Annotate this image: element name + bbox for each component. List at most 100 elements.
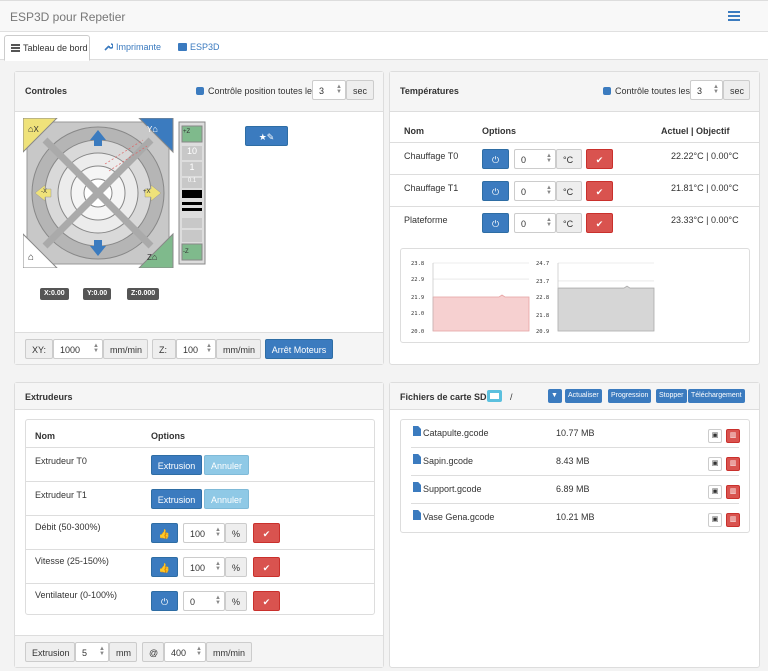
home-x-label: X [33,125,39,134]
stop-button[interactable]: Stopper [656,389,687,403]
temps-poll-value: 3 [697,86,703,96]
temp-row-name: Chauffage T1 [404,183,459,193]
temp-chart-2-area [557,285,655,332]
controls-poll-label-wrap: Contrôle position toutes les: [196,86,319,96]
xy-feedrate-input[interactable]: 1000 ▲ ▼ [53,339,103,359]
extrude-button[interactable]: Extrusion [151,489,202,509]
temps-poll-input[interactable]: 3 ▲ ▼ [690,80,723,100]
z-step-1[interactable]: 1 [182,162,202,172]
file-row[interactable]: Vase Gena.gcode 10.21 MB ▣ ▥ [411,504,740,532]
jog-minus-x[interactable]: -X [41,189,47,195]
set-fan-button[interactable]: ✔ [253,591,280,611]
flow-input[interactable]: 100 ▲ ▼ [183,523,225,543]
extruders-table: Nom Options Extrudeur T0 Extrusion Annul… [25,419,375,615]
temp-current: 21.81°C | 0.00°C [671,183,739,193]
jog-minus-z[interactable]: -Z [183,249,189,255]
extruders-title: Extrudeurs [25,392,73,402]
file-row[interactable]: Support.gcode 6.89 MB ▣ ▥ [411,476,740,504]
extruders-col-options: Options [151,431,185,441]
set-flow-button[interactable]: ✔ [253,523,280,543]
file-name: Catapulte.gcode [423,428,489,438]
file-row[interactable]: Sapin.gcode 8.43 MB ▣ ▥ [411,448,740,476]
jog-plus-y[interactable]: +Y [95,130,107,142]
jog-minus-y[interactable]: -Y [95,246,107,258]
tab-printer[interactable]: Imprimante [98,35,167,61]
print-file-button[interactable]: ▣ [708,485,722,499]
print-file-button[interactable]: ▣ [708,429,722,443]
fan-unit: % [225,591,247,611]
filter-button[interactable]: ▼ [548,389,562,403]
extrusion-length-input[interactable]: 5 ▲ ▼ [75,642,109,662]
z-step-0-1[interactable]: 0.1 [182,178,202,184]
temp-row-name: Plateforme [404,215,448,225]
temp-row: Chauffage T0 ⏻ 0 ▲ ▼ °C ✔ 22.22°C | 0.00°C [390,142,759,174]
speed-label: Vitesse (25-150%) [35,556,109,566]
speed-input[interactable]: 100 ▲ ▼ [183,557,225,577]
set-speed-button[interactable]: ✔ [253,557,280,577]
home-y-button[interactable]: Y⌂ [147,124,171,138]
set-temp-button[interactable]: ✔ [586,149,613,169]
star-pencil-icon: ★✎ [258,132,275,142]
temp-target-input[interactable]: 0 ▲ ▼ [514,149,556,169]
upload-button[interactable]: Téléchargement [688,389,745,403]
file-row[interactable]: Catapulte.gcode 10.77 MB ▣ ▥ [411,420,740,448]
hamburger-icon[interactable] [728,11,740,21]
fan-off-button[interactable]: ⏻ [151,591,178,611]
jog-control [23,118,206,268]
temp-target-input[interactable]: 0 ▲ ▼ [514,213,556,233]
cancel-extrude-button[interactable]: Annuler [204,455,249,475]
delete-file-button[interactable]: ▥ [726,429,740,443]
thumbs-up-button[interactable]: 👍 [151,557,178,577]
progress-button[interactable]: Progression [608,389,652,403]
tab-esp3d[interactable]: ESP3D [172,35,226,61]
print-file-button[interactable]: ▣ [708,457,722,471]
temp-chart-1-tick-label: 22.9 [411,277,424,283]
trash-icon: ▥ [729,516,737,523]
temps-poll-checkbox[interactable] [603,87,611,95]
file-name: Vase Gena.gcode [423,512,495,522]
fan-input[interactable]: 0 ▲ ▼ [183,591,225,611]
printer-icon: ▣ [711,460,719,467]
flow-row: Débit (50-300%) 👍 100 ▲ ▼ % ✔ [26,515,374,549]
home-z-button[interactable]: Z⌂ [147,252,171,266]
delete-file-button[interactable]: ▥ [726,513,740,527]
delete-file-button[interactable]: ▥ [726,457,740,471]
jog-plus-z[interactable]: +Z [183,129,190,135]
set-temp-button[interactable]: ✔ [586,213,613,233]
temp-row-name: Chauffage T0 [404,151,459,161]
folder-button[interactable] [487,390,502,402]
temp-chart-1-tick-label: 23.8 [411,261,424,267]
heater-off-button[interactable]: ⏻ [482,213,509,233]
temps-poll-label-wrap: Contrôle toutes les: [603,86,693,96]
poll-checkbox[interactable] [196,87,204,95]
temp-current: 22.22°C | 0.00°C [671,151,739,161]
temp-target-input[interactable]: 0 ▲ ▼ [514,181,556,201]
printer-icon: ▣ [711,516,719,523]
delete-file-button[interactable]: ▥ [726,485,740,499]
stop-motors-button[interactable]: Arrêt Moteurs [265,339,333,359]
home-x-button[interactable]: ⌂X [28,124,48,138]
heater-off-button[interactable]: ⏻ [482,149,509,169]
extrude-button[interactable]: Extrusion [151,455,202,475]
jog-plus-x[interactable]: +X [143,189,151,195]
z-feedrate-input[interactable]: 100 ▲ ▼ [176,339,216,359]
tab-dashboard[interactable]: Tableau de bord [4,35,90,61]
jog-plus-y-label: +Y [95,138,96,139]
sd-path: / [510,392,513,402]
temp-unit: °C [556,181,582,201]
home-icon: ⌂ [152,124,158,134]
heater-off-button[interactable]: ⏻ [482,181,509,201]
refresh-button[interactable]: Actualiser [565,389,602,403]
print-file-button[interactable]: ▣ [708,513,722,527]
home-all-button[interactable]: ⌂ [28,252,42,266]
thumbs-up-button[interactable]: 👍 [151,523,178,543]
z-step-10[interactable]: 10 [182,146,202,156]
macro-button[interactable]: ★✎ [245,126,288,146]
extrusion-speed-input[interactable]: 400 ▲ ▼ [164,642,206,662]
controls-poll-input[interactable]: 3 ▲ ▼ [312,80,346,100]
cancel-extrude-button[interactable]: Annuler [204,489,249,509]
flow-unit: % [225,523,247,543]
temperature-chart-2: 24.7 23.7 22.8 21.8 20.9 [536,261,655,335]
speed-row: Vitesse (25-150%) 👍 100 ▲ ▼ % ✔ [26,549,374,583]
set-temp-button[interactable]: ✔ [586,181,613,201]
